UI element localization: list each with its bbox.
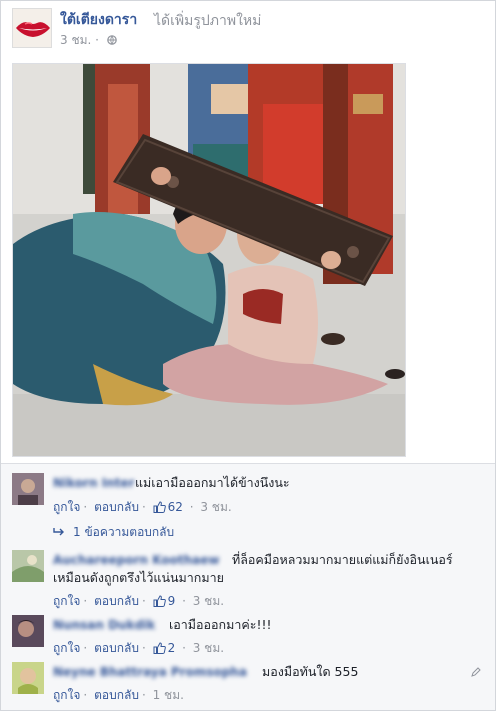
comment-actions: ถูกใจ · ตอบกลับ · 1 ชม. [53,688,184,702]
comment-text-block: Nikorn Inter แม่เอามือออกมาได้ข้างนึงนะ [53,474,473,492]
comment-text-block: Neyne Bhattraya Promsopha มองมือทันใด 55… [53,663,473,681]
like-button[interactable]: ถูกใจ [53,688,80,702]
commenter-avatar[interactable] [12,473,44,505]
comment-text-block: Auchareeporn Koothaew ที่ล็อคมือหลวมมากม… [53,551,473,587]
like-count[interactable]: 62 [153,500,187,514]
like-count-value: 2 [167,641,176,655]
post-header: ใต้เตียงดารา ได้เพิ่มรูปภาพใหม่ 3 ชม. · [12,8,484,50]
page-avatar[interactable] [12,8,52,48]
reply-arrow-icon [53,528,64,536]
commenter-name[interactable]: Nunsan Dukdik [53,616,165,634]
post-card: ใต้เตียงดารา ได้เพิ่มรูปภาพใหม่ 3 ชม. · [0,0,496,711]
comment-actions: ถูกใจ · ตอบกลับ · 9 · 3 ชม. [53,594,225,608]
view-replies-link[interactable]: 1 ข้อความตอบกลับ [53,523,174,542]
reply-button[interactable]: ตอบกลับ [94,500,139,514]
commenter-avatar-image [12,662,44,694]
comment-text: มองมือทันใด 555 [261,664,359,679]
like-count[interactable]: 2 [153,641,179,655]
thumbs-up-icon [153,642,166,654]
post-photo-image [13,64,405,456]
page-name[interactable]: ใต้เตียงดารา [60,9,137,31]
commenter-avatar[interactable] [12,615,44,647]
globe-icon [106,35,117,45]
comment-text: แม่เอามือออกมาได้ข้างนึงนะ [134,475,290,490]
comment-actions: ถูกใจ · ตอบกลับ · 62 · 3 ชม. [53,500,232,514]
commenter-name[interactable]: Nikorn Inter [53,474,135,492]
comment-text: เอามือออกมาค่ะ!!! [168,617,272,632]
comment-time[interactable]: 1 ชม. [153,688,184,702]
like-count-value: 62 [167,500,183,514]
like-button[interactable]: ถูกใจ [53,641,80,655]
comment-time[interactable]: 3 ชม. [193,594,224,608]
post-action-text: ได้เพิ่มรูปภาพใหม่ [154,13,262,29]
comment-time[interactable]: 3 ชม. [200,500,231,514]
commenter-avatar[interactable] [12,662,44,694]
reply-button[interactable]: ตอบกลับ [94,688,139,702]
commenter-avatar[interactable] [12,550,44,582]
commenter-avatar-image [12,550,44,582]
reply-button[interactable]: ตอบกลับ [94,594,139,608]
post-timestamp[interactable]: 3 ชม. · [60,31,117,50]
like-count[interactable]: 9 [153,594,179,608]
post-time[interactable]: 3 ชม. · [60,33,99,47]
comment-time[interactable]: 3 ชม. [193,641,224,655]
commenter-avatar-image [12,615,44,647]
commenter-name[interactable]: Neyne Bhattraya Promsopha [53,663,258,681]
like-button[interactable]: ถูกใจ [53,594,80,608]
pencil-icon[interactable] [471,667,481,677]
reply-button[interactable]: ตอบกลับ [94,641,139,655]
post-photo[interactable] [12,63,406,457]
like-button[interactable]: ถูกใจ [53,500,80,514]
lips-logo-icon [13,9,51,47]
thumbs-up-icon [153,595,166,607]
view-replies-label[interactable]: 1 ข้อความตอบกลับ [73,525,174,539]
comment-text-block: Nunsan Dukdik เอามือออกมาค่ะ!!! [53,616,473,634]
thumbs-up-icon [153,501,166,513]
commenter-name[interactable]: Auchareeporn Koothaew [53,551,228,569]
commenter-avatar-image [12,473,44,505]
comment-actions: ถูกใจ · ตอบกลับ · 2 · 3 ชม. [53,641,225,655]
like-count-value: 9 [167,594,176,608]
